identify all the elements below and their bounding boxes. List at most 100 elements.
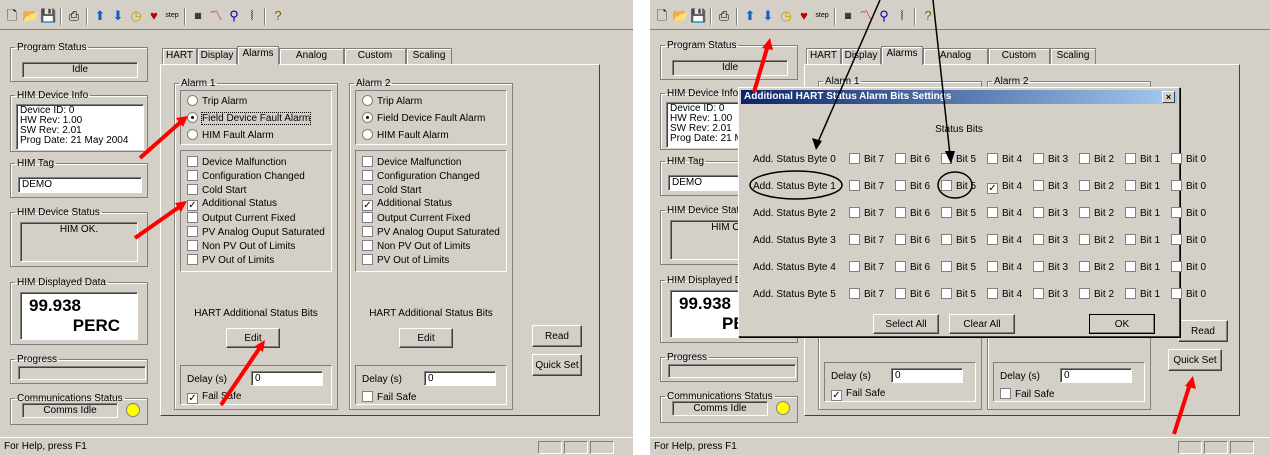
alarm2-fail-safe-check[interactable]: Fail Safe bbox=[1000, 388, 1054, 400]
bit-check[interactable]: Bit 7 bbox=[849, 153, 884, 167]
alarm2-delay-input[interactable]: 0 bbox=[1060, 368, 1132, 383]
signal-icon[interactable]: ⦚ bbox=[244, 8, 260, 24]
down-arrow-icon[interactable]: ⬇ bbox=[760, 8, 776, 24]
bit-check[interactable]: Bit 7 bbox=[849, 180, 884, 194]
new-icon[interactable]: 🗋 bbox=[4, 8, 20, 24]
alarm2-check[interactable]: Cold Start bbox=[362, 184, 421, 196]
bit-check[interactable]: Bit 6 bbox=[895, 207, 930, 221]
bit-check[interactable]: Bit 6 bbox=[895, 180, 930, 194]
step-icon[interactable]: step bbox=[814, 8, 830, 24]
quick-set-button[interactable]: Quick Set bbox=[1168, 349, 1222, 371]
bit-check[interactable]: Bit 2 bbox=[1079, 288, 1114, 302]
bit-check[interactable]: Bit 3 bbox=[1033, 180, 1068, 194]
alarm2-fail-safe-check[interactable]: Fail Safe bbox=[362, 391, 416, 403]
bit-check[interactable]: Bit 0 bbox=[1171, 288, 1206, 302]
bit-check[interactable]: Bit 4 bbox=[987, 288, 1022, 302]
bit-check[interactable]: Bit 7 bbox=[849, 207, 884, 221]
alarm1-check[interactable]: Cold Start bbox=[187, 184, 246, 196]
bit-check[interactable]: Bit 2 bbox=[1079, 261, 1114, 275]
bit-check[interactable]: Bit 2 bbox=[1079, 180, 1114, 194]
clock-icon[interactable]: ◷ bbox=[778, 8, 794, 24]
alarm2-check-additional-status[interactable]: ✓ Additional Status bbox=[362, 198, 452, 211]
bit-check[interactable]: Bit 5 bbox=[941, 153, 976, 167]
alarm1-fail-safe-check[interactable]: ✓ Fail Safe bbox=[187, 391, 241, 404]
output-icon[interactable]: ⚲ bbox=[226, 8, 242, 24]
bit-check[interactable]: Bit 0 bbox=[1171, 234, 1206, 248]
output-icon[interactable]: ⚲ bbox=[876, 8, 892, 24]
read-button[interactable]: Read bbox=[532, 325, 582, 347]
tab-analog-outputs[interactable]: Analog Outputs bbox=[923, 48, 988, 75]
bits-icon[interactable]: ▦ bbox=[190, 8, 206, 24]
bit-check[interactable]: Bit 0 bbox=[1171, 180, 1206, 194]
clock-icon[interactable]: ◷ bbox=[128, 8, 144, 24]
alarm2-him-fault-radio[interactable]: HIM Fault Alarm bbox=[362, 129, 449, 141]
open-icon[interactable]: 📂 bbox=[672, 8, 688, 24]
bit-check[interactable]: Bit 2 bbox=[1079, 153, 1114, 167]
bit-check[interactable]: Bit 5 bbox=[941, 261, 976, 275]
alarm1-delay-input[interactable]: 0 bbox=[251, 371, 323, 386]
tab-hart[interactable]: HART bbox=[806, 48, 841, 64]
alarm2-check[interactable]: PV Analog Ouput Saturated bbox=[362, 226, 500, 238]
help-icon[interactable]: ? bbox=[270, 8, 286, 24]
him-tag-input[interactable]: DEMO bbox=[18, 177, 142, 193]
bit-check[interactable]: Bit 2 bbox=[1079, 234, 1114, 248]
bit-check[interactable]: Bit 6 bbox=[895, 234, 930, 248]
alarm2-field-fault-radio[interactable]: Field Device Fault Alarm bbox=[362, 112, 485, 124]
alarm1-delay-input[interactable]: 0 bbox=[891, 368, 963, 383]
ok-button[interactable]: OK bbox=[1089, 314, 1155, 334]
print-icon[interactable]: ⎙ bbox=[66, 8, 82, 24]
alarm1-check[interactable]: Configuration Changed bbox=[187, 170, 305, 182]
open-icon[interactable]: 📂 bbox=[22, 8, 38, 24]
save-icon[interactable]: 💾 bbox=[40, 8, 56, 24]
alarm2-check[interactable]: Non PV Out of Limits bbox=[362, 240, 470, 252]
alarm1-check[interactable]: Output Current Fixed bbox=[187, 212, 295, 224]
bit-check[interactable]: Bit 3 bbox=[1033, 261, 1068, 275]
bit-check[interactable]: Bit 3 bbox=[1033, 288, 1068, 302]
alarm1-him-fault-radio[interactable]: HIM Fault Alarm bbox=[187, 129, 274, 141]
bit-check[interactable]: Bit 2 bbox=[1079, 207, 1114, 221]
close-icon[interactable]: × bbox=[1162, 91, 1175, 103]
up-arrow-icon[interactable]: ⬆ bbox=[742, 8, 758, 24]
read-button[interactable]: Read bbox=[1178, 320, 1228, 342]
alarm1-check[interactable]: PV Out of Limits bbox=[187, 254, 274, 266]
alarm1-field-fault-radio[interactable]: Field Device Fault Alarm bbox=[187, 112, 312, 125]
quick-set-button[interactable]: Quick Set bbox=[532, 354, 582, 376]
print-icon[interactable]: ⎙ bbox=[716, 8, 732, 24]
save-icon[interactable]: 💾 bbox=[690, 8, 706, 24]
alarm2-check[interactable]: Configuration Changed bbox=[362, 170, 480, 182]
alarm1-edit-button[interactable]: Edit bbox=[226, 328, 280, 348]
alarm2-check[interactable]: Device Malfunction bbox=[362, 156, 461, 168]
signal-icon[interactable]: ⦚ bbox=[894, 8, 910, 24]
bit-check[interactable]: Bit 7 bbox=[849, 261, 884, 275]
bit-check[interactable]: Bit 1 bbox=[1125, 288, 1160, 302]
heart-icon[interactable]: ♥ bbox=[796, 8, 812, 24]
bit-check[interactable]: Bit 0 bbox=[1171, 261, 1206, 275]
new-icon[interactable]: 🗋 bbox=[654, 8, 670, 24]
bit-check[interactable]: Bit 4 bbox=[987, 261, 1022, 275]
bit-check[interactable]: Bit 1 bbox=[1125, 180, 1160, 194]
tab-custom-curve[interactable]: Custom Curve bbox=[988, 48, 1050, 75]
alarm1-fail-safe-check[interactable]: ✓ Fail Safe bbox=[831, 388, 885, 401]
bit-check[interactable]: Bit 0 bbox=[1171, 207, 1206, 221]
bit-check[interactable]: Bit 5 bbox=[941, 207, 976, 221]
bit-check[interactable]: Bit 3 bbox=[1033, 207, 1068, 221]
tab-display[interactable]: Display bbox=[197, 48, 237, 64]
bit-check[interactable]: Bit 7 bbox=[849, 234, 884, 248]
up-arrow-icon[interactable]: ⬆ bbox=[92, 8, 108, 24]
select-all-button[interactable]: Select All bbox=[873, 314, 939, 334]
tab-custom-curve[interactable]: Custom Curve bbox=[344, 48, 406, 75]
step-icon[interactable]: step bbox=[164, 8, 180, 24]
alarm2-check[interactable]: Output Current Fixed bbox=[362, 212, 470, 224]
bit-check[interactable]: Bit 5 bbox=[941, 234, 976, 248]
bit-check[interactable]: Bit 4 bbox=[987, 153, 1022, 167]
help-icon[interactable]: ? bbox=[920, 8, 936, 24]
down-arrow-icon[interactable]: ⬇ bbox=[110, 8, 126, 24]
bit-check[interactable]: Bit 3 bbox=[1033, 234, 1068, 248]
bit-check[interactable]: Bit 4 bbox=[987, 234, 1022, 248]
bit-check[interactable]: Bit 3 bbox=[1033, 153, 1068, 167]
tab-analog-outputs[interactable]: Analog Outputs bbox=[279, 48, 344, 75]
alarm1-check[interactable]: Device Malfunction bbox=[187, 156, 286, 168]
alarm2-delay-input[interactable]: 0 bbox=[424, 371, 496, 386]
tab-scaling[interactable]: Scaling bbox=[406, 48, 452, 64]
bits-icon[interactable]: ▦ bbox=[840, 8, 856, 24]
